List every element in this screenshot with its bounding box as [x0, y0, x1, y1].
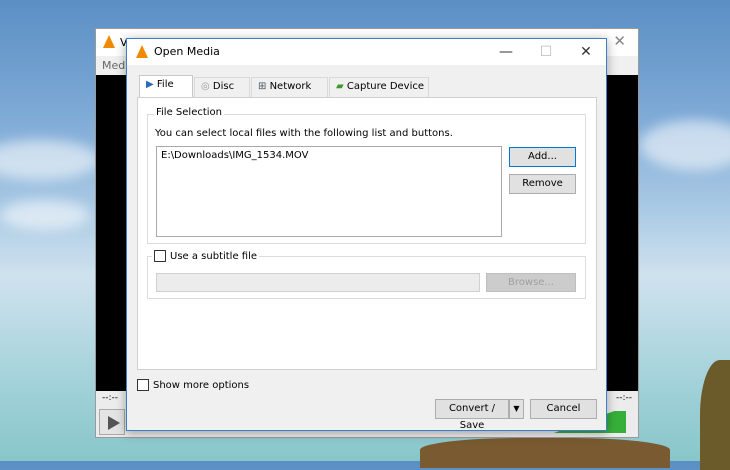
subtitle-checkbox[interactable]: [154, 250, 166, 262]
vlc-logo-icon: [103, 35, 115, 48]
tab-capture-device[interactable]: ▰ Capture Device: [329, 77, 429, 98]
subtitle-group: Use a subtitle file Browse...: [147, 250, 586, 299]
show-more-options-label: Show more options: [153, 379, 250, 391]
maximize-button[interactable]: ☐: [526, 39, 566, 65]
file-list[interactable]: E:\Downloads\IMG_1534.MOV: [156, 146, 502, 237]
tab-label: File: [156, 79, 174, 90]
cloud: [640, 120, 730, 170]
tab-network[interactable]: ⊞ Network: [251, 77, 328, 98]
show-more-options[interactable]: Show more options: [137, 379, 249, 391]
tab-label: Disc: [212, 81, 235, 92]
play-button[interactable]: [99, 409, 125, 435]
convert-save-dropdown[interactable]: ▼: [509, 399, 524, 419]
network-icon: ⊞: [258, 81, 267, 92]
subtitle-option[interactable]: Use a subtitle file: [152, 250, 260, 262]
browse-button[interactable]: Browse...: [486, 273, 576, 292]
subtitle-path-input[interactable]: [156, 273, 480, 292]
minimize-button[interactable]: —: [486, 39, 526, 65]
close-button[interactable]: ✕: [566, 39, 606, 65]
file-icon: ▶: [146, 79, 154, 90]
subtitle-label: Use a subtitle file: [170, 250, 258, 262]
tab-file[interactable]: ▶ File: [139, 75, 193, 99]
instruction-text: You can select local files with the foll…: [155, 128, 453, 139]
vlc-logo-icon: [136, 45, 148, 58]
cloud: [0, 200, 90, 230]
open-media-dialog: Open Media — ☐ ✕ ▶ File ◎ Disc ⊞ Network…: [126, 38, 607, 431]
play-icon: [108, 416, 120, 430]
convert-save-button[interactable]: Convert / Save: [435, 399, 509, 431]
close-icon[interactable]: ✕: [613, 32, 626, 50]
tab-label: Network: [269, 81, 312, 92]
dialog-title: Open Media: [154, 45, 220, 58]
capture-card-icon: ▰: [336, 81, 344, 92]
remove-button[interactable]: Remove: [509, 174, 576, 194]
elapsed-time: --:--: [102, 393, 119, 403]
file-list-item[interactable]: E:\Downloads\IMG_1534.MOV: [157, 147, 501, 164]
rock-landscape: [420, 438, 670, 468]
tab-disc[interactable]: ◎ Disc: [194, 77, 250, 98]
tab-panel-file: File Selection You can select local file…: [137, 97, 597, 370]
file-selection-group: File Selection You can select local file…: [147, 107, 586, 244]
disc-icon: ◎: [201, 81, 210, 92]
cloud: [0, 140, 100, 180]
tab-label: Capture Device: [346, 81, 425, 92]
vlc-menu-media[interactable]: Medi: [102, 59, 128, 72]
cancel-button[interactable]: Cancel: [530, 399, 597, 419]
dialog-title-bar: Open Media — ☐ ✕: [127, 39, 606, 65]
show-more-options-checkbox[interactable]: [137, 379, 149, 391]
add-button[interactable]: Add...: [509, 147, 576, 167]
chevron-down-icon: ▼: [513, 404, 520, 413]
total-time: --:--: [615, 393, 632, 403]
group-label: File Selection: [154, 107, 224, 118]
rock-landscape: [700, 360, 730, 470]
